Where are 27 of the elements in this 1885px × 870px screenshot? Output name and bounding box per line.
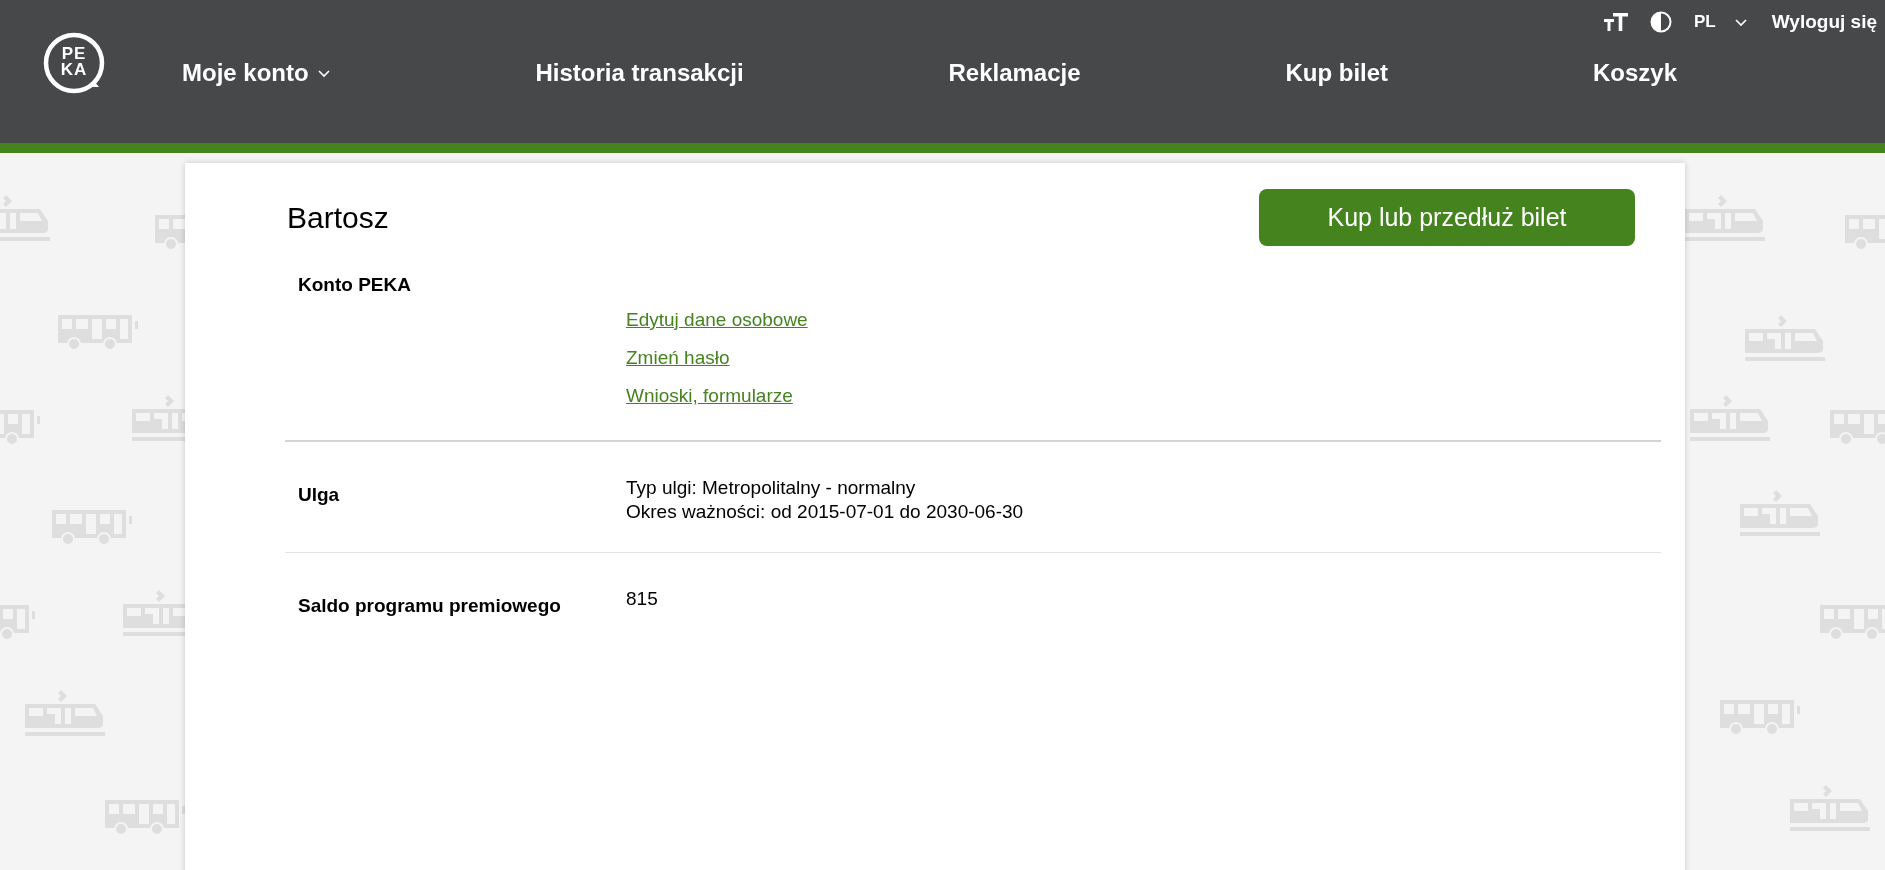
section-label: Saldo programu premiowego bbox=[298, 594, 562, 617]
user-name: Bartosz bbox=[287, 200, 389, 235]
nav-link[interactable]: Kup bilet bbox=[1285, 59, 1389, 87]
nav-link[interactable]: Koszyk bbox=[1592, 59, 1677, 87]
buy-ticket-button[interactable]: Kup lub przedłuż bilet bbox=[1259, 189, 1635, 246]
account-link[interactable]: Wnioski, formularze bbox=[626, 384, 793, 408]
account-link[interactable]: Zmień hasło bbox=[626, 346, 730, 370]
chevron-down-icon bbox=[316, 68, 331, 78]
section-label: Ulga bbox=[298, 483, 341, 507]
text-size-icon bbox=[1604, 13, 1629, 31]
logo-text: KA bbox=[60, 62, 88, 78]
section-value: Typ ulgi: Metropolitalny - normalny bbox=[626, 476, 917, 500]
language-dropdown[interactable]: PL bbox=[1694, 12, 1748, 32]
nav-link[interactable]: Reklamacje bbox=[948, 59, 1081, 87]
text-size-button[interactable] bbox=[1604, 13, 1629, 31]
logo-text: PE bbox=[61, 46, 87, 62]
logout-link[interactable]: Wyloguj się bbox=[1771, 11, 1877, 33]
section-label: Konto PEKA bbox=[298, 274, 412, 297]
nav-link[interactable]: Historia transakcji bbox=[535, 59, 744, 87]
peka-logo[interactable]: PE KA bbox=[42, 32, 112, 98]
section-value: Okres ważności: od 2015-07-01 do 2030-06-30 bbox=[626, 500, 1024, 524]
contrast-icon bbox=[1650, 11, 1673, 33]
account-link[interactable]: Edytuj dane osobowe bbox=[626, 308, 808, 332]
chevron-down-icon bbox=[1733, 17, 1748, 27]
nav-link[interactable]: Moje konto bbox=[182, 59, 331, 87]
section-value: 815 bbox=[626, 587, 658, 611]
contrast-button[interactable] bbox=[1650, 11, 1673, 33]
